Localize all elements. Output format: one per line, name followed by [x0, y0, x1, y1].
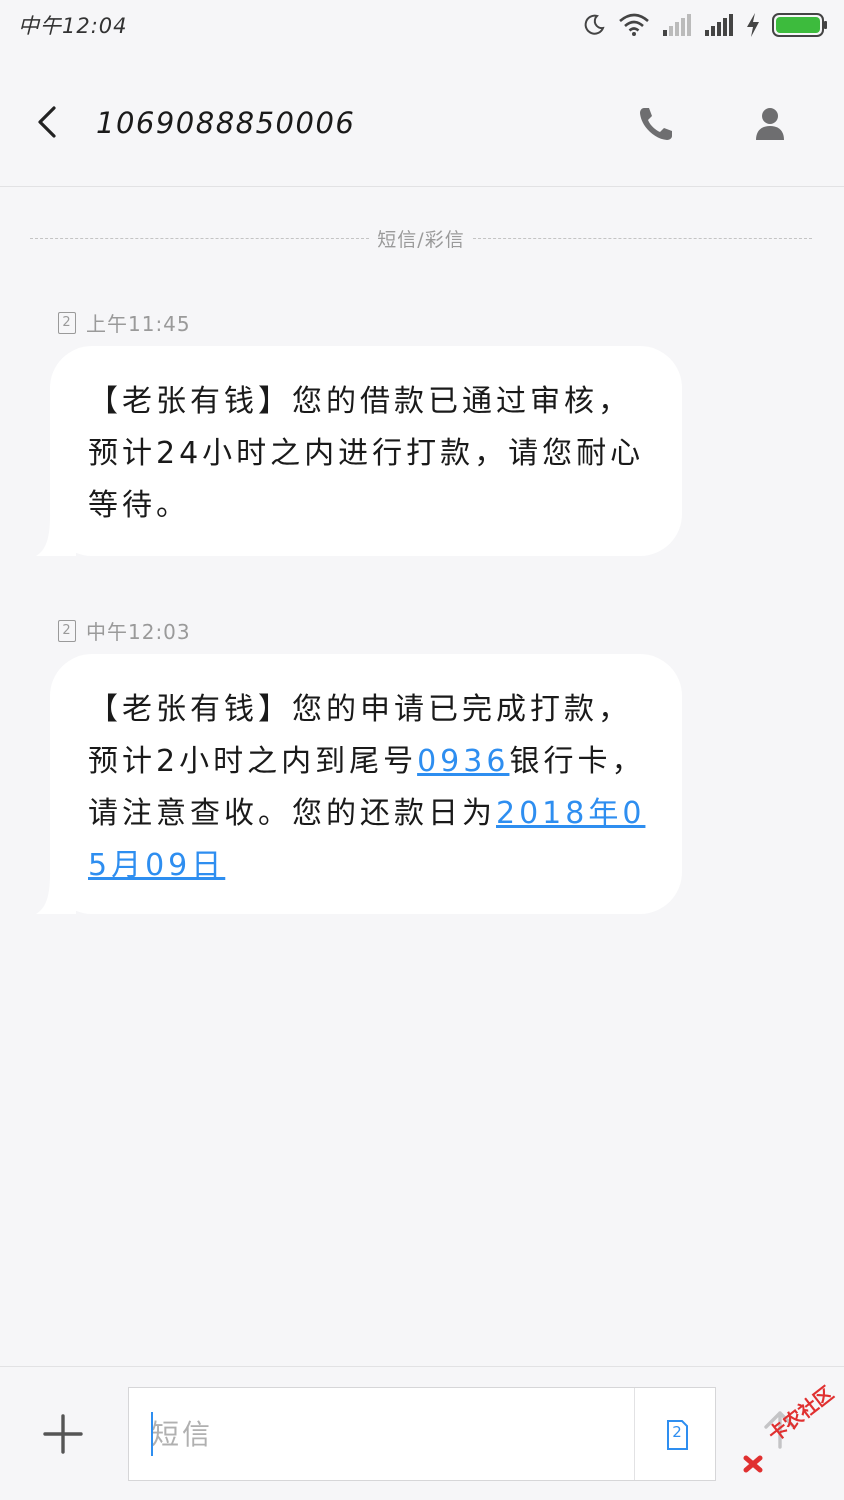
chevron-left-icon: [38, 106, 56, 138]
compose-box: 2: [128, 1387, 716, 1481]
sim-number: 2: [672, 1423, 682, 1441]
divider-line: [30, 237, 370, 239]
call-button[interactable]: [634, 102, 678, 146]
divider-line: [472, 237, 812, 239]
watermark-logo: 卡农社区: [740, 1382, 840, 1484]
moon-icon: [584, 14, 605, 35]
message-timestamp: 2 中午12:03: [58, 616, 191, 645]
wifi-icon: [619, 13, 649, 36]
plus-icon: [43, 1414, 83, 1454]
bubble-tail: [36, 516, 76, 556]
sim-card-icon: 2: [58, 619, 76, 642]
signal-icon: [705, 14, 733, 36]
battery-icon: [772, 13, 827, 37]
conversation-title: 1069088850006: [96, 106, 356, 140]
message-text: 【老张有钱】您的借款已通过审核，预计24小时之内进行打款，请您耐心等待。: [88, 384, 645, 523]
card-number-link[interactable]: 0936: [417, 744, 509, 779]
person-icon: [756, 108, 784, 140]
status-icons: [582, 12, 828, 38]
message-bubble[interactable]: 【老张有钱】您的借款已通过审核，预计24小时之内进行打款，请您耐心等待。: [36, 346, 682, 556]
status-time: 中午12:04: [18, 14, 128, 38]
sim-card-icon: 2: [58, 311, 76, 334]
bubble-tail: [36, 874, 76, 914]
composer-bar: 2: [0, 1366, 844, 1500]
back-button[interactable]: [30, 102, 66, 142]
text-cursor: [151, 1412, 153, 1456]
message-time: 中午12:03: [86, 620, 191, 644]
message-bubble[interactable]: 【老张有钱】您的申请已完成打款，预计2小时之内到尾号0936银行卡，请注意查收。…: [36, 654, 682, 914]
add-attachment-button[interactable]: [40, 1411, 86, 1457]
status-bar: 中午12:04: [0, 0, 844, 50]
message-input[interactable]: [129, 1388, 635, 1480]
thread-type-divider: 短信/彩信: [30, 222, 812, 254]
message-timestamp: 2 上午11:45: [58, 308, 191, 337]
message-time: 上午11:45: [86, 312, 191, 336]
phone-icon: [640, 108, 672, 140]
contact-info-button[interactable]: [748, 102, 792, 146]
charging-icon: [747, 13, 759, 37]
message-text: 【老张有钱】您的申请已完成打款，预计2小时之内到尾号0936银行卡，请注意查收。…: [88, 684, 646, 892]
divider-label: 短信/彩信: [377, 228, 465, 251]
signal-icon: [663, 14, 691, 36]
conversation-header: 1069088850006: [0, 50, 844, 187]
sim-select-button[interactable]: 2: [657, 1414, 697, 1456]
